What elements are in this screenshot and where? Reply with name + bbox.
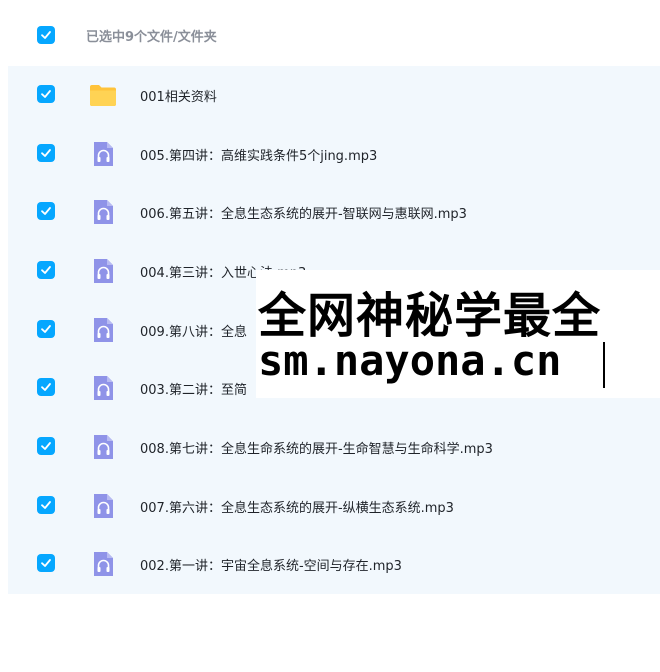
row-checkbox[interactable] (37, 261, 55, 279)
file-name[interactable]: 002.第一讲：宇宙全息系统-空间与存在.mp3 (140, 555, 402, 574)
audio-file-icon (88, 139, 118, 169)
watermark-overlay: 全网神秘学最全 sm.nayona.cn (256, 270, 660, 398)
file-name[interactable]: 005.第四讲：高维实践条件5个jing.mp3 (140, 145, 377, 164)
check-icon (41, 31, 51, 39)
watermark-url: sm.nayona.cn (258, 336, 562, 385)
row-checkbox[interactable] (37, 85, 55, 103)
check-icon (41, 266, 51, 274)
file-name[interactable]: 007.第六讲：全息生态系统的展开-纵横生态系统.mp3 (140, 497, 454, 516)
check-icon (41, 559, 51, 568)
file-row[interactable]: 001相关资料 (8, 66, 660, 125)
file-row[interactable]: 002.第一讲：宇宙全息系统-空间与存在.mp3 (8, 535, 660, 594)
check-icon (41, 500, 51, 509)
row-checkbox[interactable] (37, 202, 55, 221)
file-name[interactable]: 001相关资料 (140, 86, 217, 105)
text-cursor (603, 342, 605, 388)
row-checkbox[interactable] (37, 378, 55, 397)
file-name[interactable]: 006.第五讲：全息生态系统的展开-智联网与惠联网.mp3 (140, 203, 467, 222)
folder-icon (88, 80, 118, 110)
audio-file-icon (88, 432, 118, 462)
file-name[interactable]: 003.第二讲：至简 (140, 379, 247, 398)
selection-count-label: 已选中9个文件/文件夹 (86, 30, 217, 45)
file-row[interactable]: 005.第四讲：高维实践条件5个jing.mp3 (8, 125, 660, 184)
check-icon (41, 442, 51, 450)
file-name[interactable]: 009.第八讲：全息 (140, 321, 247, 340)
file-row[interactable]: 006.第五讲：全息生态系统的展开-智联网与惠联网.mp3 (8, 183, 660, 242)
check-icon (41, 90, 51, 98)
select-all-checkbox[interactable] (37, 26, 55, 44)
row-checkbox[interactable] (37, 495, 55, 514)
audio-file-icon (88, 256, 118, 286)
list-header: 已选中9个文件/文件夹 (0, 0, 660, 66)
audio-file-icon (88, 197, 118, 227)
check-icon (41, 383, 51, 392)
check-icon (41, 207, 51, 216)
row-checkbox[interactable] (37, 554, 55, 573)
row-checkbox[interactable] (37, 319, 55, 338)
file-name[interactable]: 008.第七讲：全息生命系统的展开-生命智慧与生命科学.mp3 (140, 438, 493, 457)
audio-file-icon (88, 315, 118, 345)
audio-file-icon (88, 373, 118, 403)
audio-file-icon (88, 491, 118, 521)
row-checkbox[interactable] (37, 437, 55, 455)
check-icon (41, 324, 51, 333)
file-row[interactable]: 007.第六讲：全息生态系统的展开-纵横生态系统.mp3 (8, 477, 660, 536)
file-row[interactable]: 008.第七讲：全息生命系统的展开-生命智慧与生命科学.mp3 (8, 418, 660, 477)
check-icon (41, 148, 51, 157)
row-checkbox[interactable] (37, 143, 55, 162)
audio-file-icon (88, 549, 118, 579)
